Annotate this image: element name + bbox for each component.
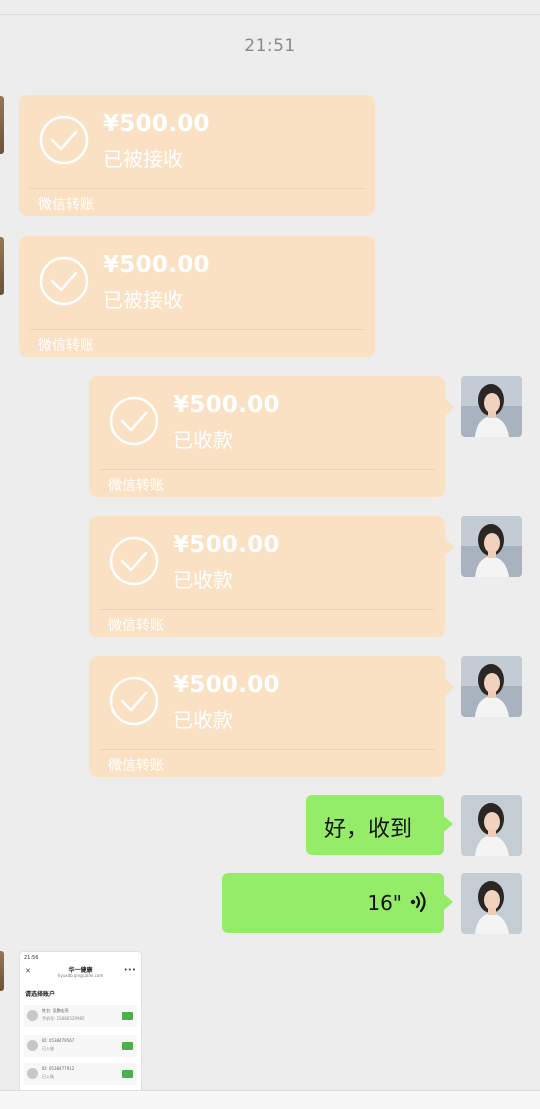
transfer-footer: 微信转账	[108, 758, 164, 774]
mini-row-line2: 已入账	[42, 1074, 54, 1079]
chat-timestamp: 21:51	[244, 36, 296, 56]
transfer-divider	[99, 609, 435, 610]
input-bar[interactable]	[0, 1090, 540, 1109]
mini-select-button	[122, 1012, 133, 1020]
transfer-amount: ¥500.00	[103, 111, 210, 137]
mini-account-row: ID: 0538479567 已入账	[24, 1035, 137, 1057]
contact-avatar[interactable]	[0, 237, 4, 295]
transfer-divider	[99, 469, 435, 470]
contact-avatar[interactable]	[0, 951, 4, 991]
mini-row-line1: ID: 0538479567	[42, 1038, 75, 1043]
mini-more-icon: •••	[123, 966, 136, 974]
transfer-status: 已收款	[173, 568, 233, 592]
text-message[interactable]: 好，收到	[306, 795, 453, 855]
transfer-message[interactable]: ¥500.00 已被接收 微信转账	[19, 95, 375, 216]
mini-row-line1: ID: 0538477912	[42, 1066, 75, 1071]
voice-message[interactable]: 16"	[222, 873, 453, 933]
transfer-amount: ¥500.00	[173, 392, 280, 418]
transfer-status: 已收款	[173, 708, 233, 732]
transfer-message[interactable]: ¥500.00 已收款 微信转账	[89, 656, 454, 777]
mini-row-line2: 手机号: 15686529985	[42, 1016, 85, 1021]
transfer-message[interactable]: ¥500.00 已收款 微信转账	[89, 376, 454, 497]
check-circle-icon	[39, 115, 89, 165]
transfer-amount: ¥500.00	[173, 532, 280, 558]
check-circle-icon	[109, 396, 159, 446]
mini-row-line2: 已入账	[42, 1046, 54, 1051]
mini-row-line1: 姓名: 吴鹏宏亮	[42, 1008, 69, 1013]
transfer-message[interactable]: ¥500.00 已收款 微信转账	[89, 516, 454, 637]
contact-avatar[interactable]	[0, 96, 4, 154]
user-avatar[interactable]	[461, 795, 522, 856]
transfer-status: 已被接收	[103, 147, 183, 171]
voice-wave-icon	[410, 891, 426, 913]
transfer-footer: 微信转账	[108, 618, 164, 634]
transfer-status: 已收款	[173, 428, 233, 452]
image-message[interactable]: 21:56 ✕ 华一健康 hyuxdb.qingcaifei.com ••• 请…	[19, 951, 142, 1093]
transfer-amount: ¥500.00	[173, 672, 280, 698]
message-text: 好，收到	[324, 817, 413, 842]
mini-select-button	[122, 1070, 133, 1078]
user-avatar[interactable]	[461, 656, 522, 717]
transfer-footer: 微信转账	[38, 338, 94, 354]
check-circle-icon	[39, 256, 89, 306]
transfer-message[interactable]: ¥500.00 已被接收 微信转账	[19, 236, 375, 357]
mini-account-row: 姓名: 吴鹏宏亮 手机号: 15686529985	[24, 1005, 137, 1027]
transfer-divider	[29, 188, 365, 189]
transfer-footer: 微信转账	[108, 478, 164, 494]
transfer-footer: 微信转账	[38, 197, 94, 213]
mini-select-button	[122, 1042, 133, 1050]
user-avatar[interactable]	[461, 376, 522, 437]
voice-duration: 16"	[367, 891, 402, 915]
mini-account-row: ID: 0538477912 已入账	[24, 1063, 137, 1085]
mini-avatar	[27, 1040, 38, 1051]
mini-status-bar: 21:56	[24, 955, 39, 961]
transfer-amount: ¥500.00	[103, 252, 210, 278]
mini-avatar	[27, 1010, 38, 1021]
mini-heading: 请选择账户	[25, 991, 56, 998]
user-avatar[interactable]	[461, 873, 522, 934]
user-avatar[interactable]	[461, 516, 522, 577]
check-circle-icon	[109, 676, 159, 726]
top-divider	[0, 14, 540, 15]
transfer-divider	[29, 329, 365, 330]
transfer-status: 已被接收	[103, 288, 183, 312]
transfer-divider	[99, 749, 435, 750]
mini-avatar	[27, 1068, 38, 1079]
check-circle-icon	[109, 536, 159, 586]
